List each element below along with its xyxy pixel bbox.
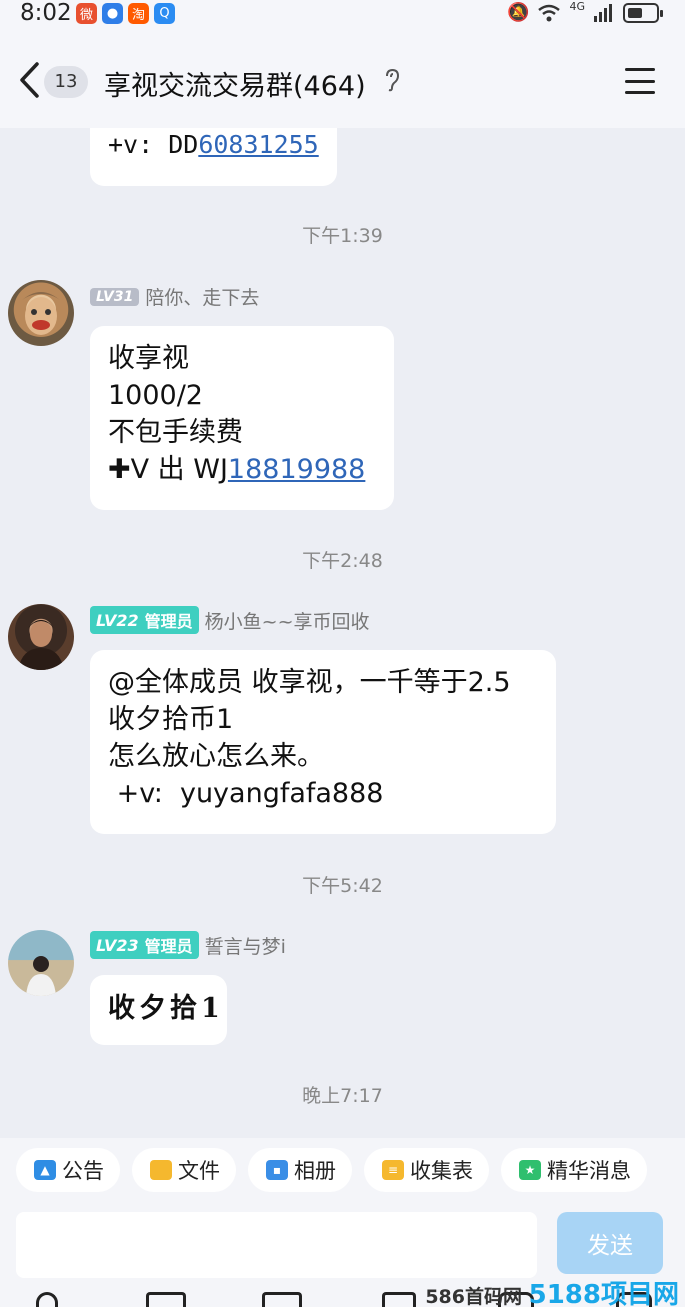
wifi-icon [538, 4, 561, 21]
level-badge: LV22 管理员 [90, 606, 199, 634]
folder-icon [150, 1160, 172, 1180]
message-line: 不包手续费 [108, 417, 243, 448]
group-title[interactable]: 享视交流交易群(464) [104, 64, 366, 103]
message-text: ✚V 出 WJ [108, 454, 228, 485]
menu-line [625, 68, 655, 71]
level-badge: LV23 管理员 [90, 931, 199, 959]
status-indicators: 🔕 4G [507, 0, 663, 23]
level-badge: LV31 [90, 287, 140, 306]
browser-icon: ● [102, 3, 123, 24]
message-text: 收夕拾1 [108, 993, 224, 1024]
files-chip[interactable]: 文件 [132, 1148, 236, 1192]
image-icon[interactable] [146, 1292, 186, 1307]
timestamp: 下午1:39 [302, 225, 383, 247]
signal-icon [594, 3, 612, 22]
message-line: @全体成员 收享视，一千等于2.5 [108, 667, 511, 698]
role-text: 管理员 [144, 612, 193, 631]
highlight-icon: ★ [519, 1160, 541, 1180]
sender-info: LV31 陪你、走下去 [90, 283, 259, 310]
message-line: +v: yuyangfafa888 [108, 778, 384, 809]
battery-icon [623, 2, 663, 23]
back-button[interactable] [14, 60, 44, 100]
watermark: 586首码网 5188项目网 [425, 1274, 679, 1307]
avatar[interactable] [8, 930, 74, 996]
message-bubble[interactable]: 收夕拾1 [90, 975, 227, 1045]
message-text: +v: DD [108, 130, 199, 159]
timestamp: 晚上7:17 [302, 1085, 383, 1107]
mute-bell-icon: 🔕 [507, 2, 530, 23]
timestamp: 下午5:42 [302, 875, 383, 897]
unread-badge[interactable]: 13 [44, 66, 88, 98]
weibo-icon: 微 [76, 3, 97, 24]
message-line: 收享视 [108, 343, 189, 374]
chip-label: 文件 [178, 1159, 220, 1183]
message-bubble[interactable]: +v: DD60831255 [90, 128, 337, 186]
form-chip[interactable]: ≡ 收集表 [364, 1148, 489, 1192]
chevron-left-icon [20, 62, 39, 98]
chip-label: 收集表 [410, 1159, 473, 1183]
form-icon: ≡ [382, 1160, 404, 1180]
highlight-chip[interactable]: ★ 精华消息 [501, 1148, 647, 1192]
sender-name[interactable]: 陪你、走下去 [145, 283, 259, 310]
watermark-text: 586首码网 [425, 1286, 522, 1307]
chip-label: 公告 [62, 1159, 104, 1183]
role-text: 管理员 [144, 937, 193, 956]
chip-label: 精华消息 [547, 1159, 631, 1183]
search-app-icon: Q [154, 3, 175, 24]
message-line: 1000/2 [108, 380, 203, 411]
sender-name[interactable]: 誓言与梦i [205, 932, 286, 959]
send-button[interactable]: 发送 [557, 1212, 663, 1274]
menu-button[interactable] [625, 68, 655, 94]
chip-label: 相册 [294, 1159, 336, 1183]
album-icon: ▪ [266, 1160, 288, 1180]
quick-actions-bar: ▲ 公告 文件 ▪ 相册 ≡ 收集表 ★ 精华消息 [0, 1148, 685, 1194]
sender-name[interactable]: 杨小鱼~~享币回收 [205, 607, 370, 634]
message-bubble[interactable]: 收享视 1000/2 不包手续费 ✚V 出 WJ18819988 [90, 326, 394, 510]
level-text: LV22 [96, 610, 139, 630]
message-input[interactable] [16, 1212, 537, 1278]
avatar[interactable] [8, 604, 74, 670]
sender-info: LV22 管理员 杨小鱼~~享币回收 [90, 606, 370, 634]
announcement-icon: ▲ [34, 1160, 56, 1180]
avatar[interactable] [8, 280, 74, 346]
album-chip[interactable]: ▪ 相册 [248, 1148, 352, 1192]
taobao-icon: 淘 [128, 3, 149, 24]
timestamp: 下午2:48 [302, 550, 383, 572]
sender-info: LV23 管理员 誓言与梦i [90, 931, 286, 959]
contact-link[interactable]: 60831255 [198, 130, 318, 159]
message-list[interactable]: +v: DD60831255 下午1:39 LV31 陪你、走下去 收享视 10… [0, 128, 685, 1138]
message-line: 怎么放心怎么来。 [108, 741, 324, 772]
menu-line [625, 91, 655, 94]
menu-line [625, 79, 655, 83]
file-icon[interactable] [382, 1292, 416, 1307]
status-time: 8:02 [20, 0, 72, 26]
voice-icon[interactable] [36, 1292, 58, 1307]
watermark-brand: 5188项目网 [528, 1280, 679, 1307]
earpiece-icon [384, 68, 400, 98]
announcement-chip[interactable]: ▲ 公告 [16, 1148, 120, 1192]
status-bar: 8:02 微 ● 淘 Q 🔕 4G [0, 0, 685, 30]
message-bubble[interactable]: @全体成员 收享视，一千等于2.5 收夕拾币1 怎么放心怎么来。 +v: yuy… [90, 650, 556, 834]
network-type: 4G [569, 0, 585, 13]
contact-link[interactable]: 18819988 [228, 454, 365, 485]
status-app-icons: 微 ● 淘 Q [76, 3, 175, 24]
chat-header: 13 享视交流交易群(464) [0, 30, 685, 128]
camera-icon[interactable] [262, 1292, 302, 1307]
level-text: LV23 [96, 935, 139, 955]
message-line: 收夕拾币1 [108, 704, 234, 735]
